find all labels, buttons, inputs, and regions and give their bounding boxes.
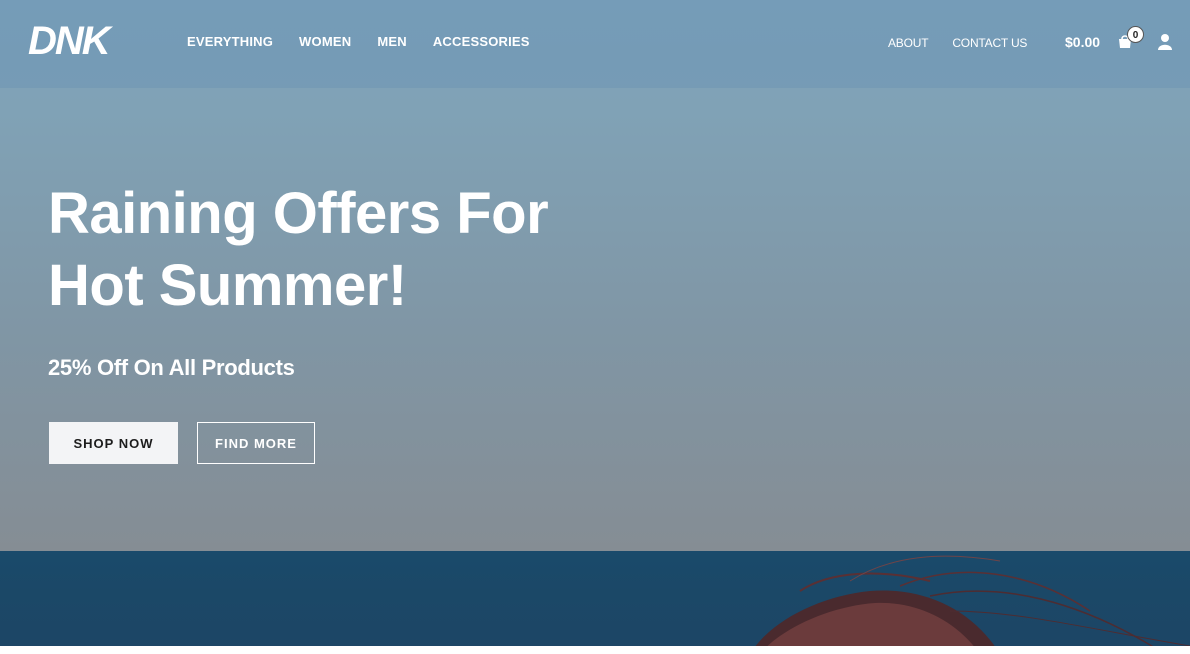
hero-photo bbox=[0, 551, 1190, 654]
nav-about[interactable]: ABOUT bbox=[888, 35, 929, 51]
hero-subheadline: 25% Off On All Products bbox=[48, 355, 295, 380]
find-more-button[interactable]: FIND MORE bbox=[197, 422, 315, 464]
user-icon[interactable] bbox=[1157, 33, 1173, 50]
section-divider bbox=[0, 646, 1190, 654]
nav-contact-us[interactable]: CONTACT US bbox=[952, 35, 1027, 51]
cart-total[interactable]: $0.00 bbox=[1065, 34, 1100, 50]
dnk-logo[interactable]: DNK bbox=[26, 18, 134, 64]
secondary-navigation: ABOUT CONTACT US bbox=[888, 35, 1027, 51]
main-navigation: EVERYTHING WOMEN MEN ACCESSORIES bbox=[187, 34, 556, 50]
nav-everything[interactable]: EVERYTHING bbox=[187, 34, 273, 50]
hero-headline: Raining Offers For Hot Summer! bbox=[48, 178, 608, 322]
hero-headline-line1: Raining Offers For bbox=[48, 181, 549, 246]
shop-now-button[interactable]: SHOP NOW bbox=[49, 422, 178, 464]
cart-count-badge: 0 bbox=[1127, 26, 1144, 43]
logo-text: DNK bbox=[28, 19, 114, 63]
nav-women[interactable]: WOMEN bbox=[299, 34, 351, 50]
site-header: DNK EVERYTHING WOMEN MEN ACCESSORIES ABO… bbox=[0, 0, 1190, 88]
model-hair-image bbox=[750, 555, 1190, 654]
hero-headline-line2: Hot Summer! bbox=[48, 253, 407, 318]
nav-men[interactable]: MEN bbox=[377, 34, 407, 50]
nav-accessories[interactable]: ACCESSORIES bbox=[433, 34, 530, 50]
